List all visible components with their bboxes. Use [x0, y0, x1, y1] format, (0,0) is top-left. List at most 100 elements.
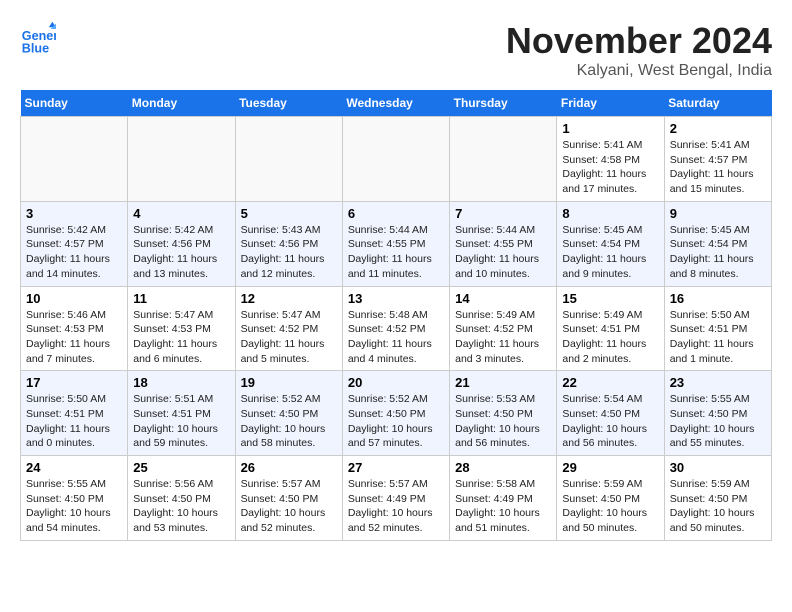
calendar-cell: 2 Sunrise: 5:41 AM Sunset: 4:57 PM Daylig… — [664, 117, 771, 202]
calendar-cell: 16 Sunrise: 5:50 AM Sunset: 4:51 PM Dayli… — [664, 286, 771, 371]
calendar-cell: 22Sunrise: 5:54 AM Sunset: 4:50 PM Dayli… — [557, 371, 664, 456]
day-info: Sunrise: 5:53 AM Sunset: 4:50 PM Dayligh… — [455, 392, 551, 451]
day-info: Sunrise: 5:57 AM Sunset: 4:49 PM Dayligh… — [348, 477, 444, 536]
day-info: Sunrise: 5:41 AM Sunset: 4:58 PM Dayligh… — [562, 138, 658, 197]
day-info: Sunrise: 5:44 AM Sunset: 4:55 PM Dayligh… — [348, 223, 444, 282]
day-number: 5 — [241, 206, 337, 221]
day-info: Sunrise: 5:47 AM Sunset: 4:52 PM Dayligh… — [241, 308, 337, 367]
weekday-header-saturday: Saturday — [664, 90, 771, 117]
day-info: Sunrise: 5:43 AM Sunset: 4:56 PM Dayligh… — [241, 223, 337, 282]
day-info: Sunrise: 5:57 AM Sunset: 4:50 PM Dayligh… — [241, 477, 337, 536]
calendar-cell: 29 Sunrise: 5:59 AM Sunset: 4:50 PM Dayli… — [557, 456, 664, 541]
day-number: 4 — [133, 206, 229, 221]
day-number: 30 — [670, 460, 766, 475]
day-info: Sunrise: 5:49 AM Sunset: 4:52 PM Dayligh… — [455, 308, 551, 367]
day-info: Sunrise: 5:45 AM Sunset: 4:54 PM Dayligh… — [562, 223, 658, 282]
day-number: 28 — [455, 460, 551, 475]
calendar-cell: 13 Sunrise: 5:48 AM Sunset: 4:52 PM Dayli… — [342, 286, 449, 371]
week-row-2: 3Sunrise: 5:42 AM Sunset: 4:57 PM Daylig… — [21, 201, 772, 286]
day-number: 18 — [133, 375, 229, 390]
calendar-cell: 6 Sunrise: 5:44 AM Sunset: 4:55 PM Daylig… — [342, 201, 449, 286]
day-number: 15 — [562, 291, 658, 306]
day-number: 12 — [241, 291, 337, 306]
day-info: Sunrise: 5:55 AM Sunset: 4:50 PM Dayligh… — [26, 477, 122, 536]
calendar-table: SundayMondayTuesdayWednesdayThursdayFrid… — [20, 90, 772, 541]
day-number: 25 — [133, 460, 229, 475]
day-number: 3 — [26, 206, 122, 221]
day-number: 2 — [670, 121, 766, 136]
weekday-header-monday: Monday — [128, 90, 235, 117]
week-row-4: 17Sunrise: 5:50 AM Sunset: 4:51 PM Dayli… — [21, 371, 772, 456]
svg-text:Blue: Blue — [22, 41, 49, 55]
calendar-cell: 10 Sunrise: 5:46 AM Sunset: 4:53 PM Dayli… — [21, 286, 128, 371]
calendar-cell: 30Sunrise: 5:59 AM Sunset: 4:50 PM Dayli… — [664, 456, 771, 541]
weekday-header-row: SundayMondayTuesdayWednesdayThursdayFrid… — [21, 90, 772, 117]
weekday-header-friday: Friday — [557, 90, 664, 117]
location-subtitle: Kalyani, West Bengal, India — [506, 62, 772, 80]
logo-icon: General Blue — [20, 20, 56, 56]
day-number: 16 — [670, 291, 766, 306]
day-info: Sunrise: 5:46 AM Sunset: 4:53 PM Dayligh… — [26, 308, 122, 367]
weekday-header-sunday: Sunday — [21, 90, 128, 117]
calendar-cell: 11Sunrise: 5:47 AM Sunset: 4:53 PM Dayli… — [128, 286, 235, 371]
calendar-cell: 8 Sunrise: 5:45 AM Sunset: 4:54 PM Daylig… — [557, 201, 664, 286]
day-number: 1 — [562, 121, 658, 136]
day-info: Sunrise: 5:50 AM Sunset: 4:51 PM Dayligh… — [670, 308, 766, 367]
logo: General Blue — [20, 20, 56, 56]
day-number: 20 — [348, 375, 444, 390]
week-row-3: 10 Sunrise: 5:46 AM Sunset: 4:53 PM Dayli… — [21, 286, 772, 371]
title-block: November 2024 Kalyani, West Bengal, Indi… — [506, 20, 772, 80]
calendar-cell: 4 Sunrise: 5:42 AM Sunset: 4:56 PM Daylig… — [128, 201, 235, 286]
calendar-cell: 19 Sunrise: 5:52 AM Sunset: 4:50 PM Dayli… — [235, 371, 342, 456]
day-info: Sunrise: 5:48 AM Sunset: 4:52 PM Dayligh… — [348, 308, 444, 367]
month-title: November 2024 — [506, 20, 772, 62]
week-row-1: 1 Sunrise: 5:41 AM Sunset: 4:58 PM Daylig… — [21, 117, 772, 202]
day-number: 27 — [348, 460, 444, 475]
day-number: 6 — [348, 206, 444, 221]
day-number: 14 — [455, 291, 551, 306]
day-info: Sunrise: 5:59 AM Sunset: 4:50 PM Dayligh… — [562, 477, 658, 536]
calendar-cell: 5 Sunrise: 5:43 AM Sunset: 4:56 PM Daylig… — [235, 201, 342, 286]
day-number: 26 — [241, 460, 337, 475]
day-info: Sunrise: 5:52 AM Sunset: 4:50 PM Dayligh… — [241, 392, 337, 451]
calendar-cell — [450, 117, 557, 202]
day-number: 21 — [455, 375, 551, 390]
day-number: 24 — [26, 460, 122, 475]
calendar-cell — [342, 117, 449, 202]
day-number: 9 — [670, 206, 766, 221]
weekday-header-wednesday: Wednesday — [342, 90, 449, 117]
day-info: Sunrise: 5:52 AM Sunset: 4:50 PM Dayligh… — [348, 392, 444, 451]
calendar-cell: 15 Sunrise: 5:49 AM Sunset: 4:51 PM Dayli… — [557, 286, 664, 371]
day-number: 10 — [26, 291, 122, 306]
day-info: Sunrise: 5:58 AM Sunset: 4:49 PM Dayligh… — [455, 477, 551, 536]
day-number: 22 — [562, 375, 658, 390]
calendar-cell: 21 Sunrise: 5:53 AM Sunset: 4:50 PM Dayli… — [450, 371, 557, 456]
day-info: Sunrise: 5:55 AM Sunset: 4:50 PM Dayligh… — [670, 392, 766, 451]
page-header: General Blue November 2024 Kalyani, West… — [20, 20, 772, 80]
calendar-cell: 18Sunrise: 5:51 AM Sunset: 4:51 PM Dayli… — [128, 371, 235, 456]
calendar-cell: 25 Sunrise: 5:56 AM Sunset: 4:50 PM Dayli… — [128, 456, 235, 541]
day-info: Sunrise: 5:44 AM Sunset: 4:55 PM Dayligh… — [455, 223, 551, 282]
calendar-cell: 7 Sunrise: 5:44 AM Sunset: 4:55 PM Daylig… — [450, 201, 557, 286]
day-number: 23 — [670, 375, 766, 390]
day-info: Sunrise: 5:45 AM Sunset: 4:54 PM Dayligh… — [670, 223, 766, 282]
day-info: Sunrise: 5:50 AM Sunset: 4:51 PM Dayligh… — [26, 392, 122, 451]
calendar-cell: 17Sunrise: 5:50 AM Sunset: 4:51 PM Dayli… — [21, 371, 128, 456]
day-info: Sunrise: 5:49 AM Sunset: 4:51 PM Dayligh… — [562, 308, 658, 367]
day-info: Sunrise: 5:47 AM Sunset: 4:53 PM Dayligh… — [133, 308, 229, 367]
day-number: 13 — [348, 291, 444, 306]
day-number: 7 — [455, 206, 551, 221]
calendar-cell: 26 Sunrise: 5:57 AM Sunset: 4:50 PM Dayli… — [235, 456, 342, 541]
calendar-cell: 24 Sunrise: 5:55 AM Sunset: 4:50 PM Dayli… — [21, 456, 128, 541]
calendar-cell: 1 Sunrise: 5:41 AM Sunset: 4:58 PM Daylig… — [557, 117, 664, 202]
calendar-cell: 20 Sunrise: 5:52 AM Sunset: 4:50 PM Dayli… — [342, 371, 449, 456]
day-number: 8 — [562, 206, 658, 221]
day-info: Sunrise: 5:42 AM Sunset: 4:56 PM Dayligh… — [133, 223, 229, 282]
calendar-cell — [235, 117, 342, 202]
calendar-cell: 9 Sunrise: 5:45 AM Sunset: 4:54 PM Daylig… — [664, 201, 771, 286]
day-info: Sunrise: 5:56 AM Sunset: 4:50 PM Dayligh… — [133, 477, 229, 536]
day-number: 29 — [562, 460, 658, 475]
day-info: Sunrise: 5:41 AM Sunset: 4:57 PM Dayligh… — [670, 138, 766, 197]
calendar-cell: 12 Sunrise: 5:47 AM Sunset: 4:52 PM Dayli… — [235, 286, 342, 371]
day-number: 19 — [241, 375, 337, 390]
